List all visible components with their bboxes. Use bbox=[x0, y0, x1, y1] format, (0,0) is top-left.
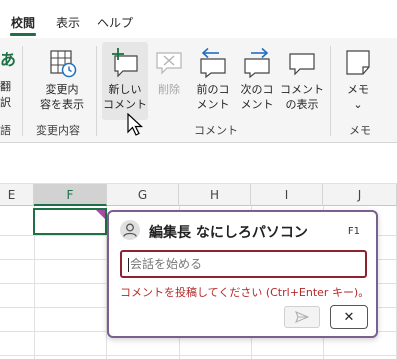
note-icon bbox=[346, 50, 370, 75]
previous-comment-icon bbox=[200, 47, 226, 79]
tab-view[interactable]: 表示 bbox=[56, 14, 80, 31]
tab-review[interactable]: 校閲 bbox=[11, 14, 35, 31]
group-label-notes: メモ bbox=[349, 124, 371, 137]
previous-comment-button[interactable]: 前のコ メント bbox=[192, 42, 234, 120]
comment-author: 編集長 なにしろパソコン bbox=[149, 225, 308, 241]
column-header-h[interactable]: H bbox=[179, 184, 251, 206]
new-comment-label: 新しい コメント bbox=[103, 83, 147, 111]
translate-label-1: 翻 bbox=[0, 80, 11, 93]
comment-input-placeholder: 会話を始める bbox=[130, 257, 203, 271]
comment-shortcut-hint: F1 bbox=[347, 226, 360, 237]
notes-label: メモ ⌄ bbox=[347, 83, 369, 111]
comment-error-message: コメントを投稿してください (Ctrl+Enter キー)。 bbox=[120, 286, 370, 299]
next-comment-label: 次のコ メント bbox=[240, 83, 274, 111]
post-comment-button[interactable] bbox=[284, 306, 320, 328]
delete-comment-icon bbox=[156, 52, 182, 75]
cancel-comment-button[interactable]: ✕ bbox=[330, 305, 368, 329]
column-header-i[interactable]: I bbox=[251, 184, 323, 206]
show-comments-button[interactable]: コメント の表示 bbox=[280, 42, 324, 120]
delete-comment-label: 削除 bbox=[158, 83, 180, 96]
new-comment-icon bbox=[112, 48, 138, 78]
row-gridline bbox=[0, 355, 397, 356]
send-icon bbox=[295, 311, 309, 323]
show-comments-icon bbox=[289, 53, 315, 76]
show-changes-icon bbox=[50, 50, 77, 78]
translate-button[interactable]: あ 翻 訳 bbox=[0, 46, 20, 116]
user-avatar-icon bbox=[120, 220, 140, 240]
group-separator bbox=[96, 46, 97, 136]
new-comment-button[interactable]: 新しい コメント bbox=[102, 42, 148, 120]
column-header-f[interactable]: F bbox=[34, 184, 107, 206]
group-separator bbox=[22, 46, 23, 136]
show-comments-label: コメント の表示 bbox=[280, 83, 324, 111]
notes-button[interactable]: メモ ⌄ bbox=[338, 42, 378, 120]
column-header-j[interactable]: J bbox=[323, 184, 397, 206]
close-icon: ✕ bbox=[343, 309, 355, 325]
chevron-down-icon: ⌄ bbox=[353, 98, 363, 111]
group-label-comments: コメント bbox=[194, 124, 238, 137]
show-changes-button[interactable]: 変更内 容を表示 bbox=[34, 42, 90, 120]
translate-label-2: 訳 bbox=[0, 96, 11, 109]
formula-area bbox=[0, 143, 397, 184]
next-comment-button[interactable]: 次のコ メント bbox=[236, 42, 278, 120]
tab-help[interactable]: ヘルプ bbox=[97, 14, 133, 31]
next-comment-icon bbox=[244, 47, 270, 79]
previous-comment-label: 前のコ メント bbox=[196, 83, 230, 111]
group-separator bbox=[330, 46, 331, 136]
active-tab-indicator bbox=[10, 33, 36, 36]
column-header-e[interactable]: E bbox=[0, 184, 34, 206]
comment-indicator bbox=[96, 210, 105, 219]
comment-input[interactable]: 会話を始める bbox=[120, 250, 367, 278]
text-caret bbox=[128, 257, 129, 272]
comment-card: 編集長 なにしろパソコン F1 会話を始める コメントを投稿してください (Ct… bbox=[107, 210, 378, 338]
delete-comment-button[interactable]: 削除 bbox=[150, 42, 188, 120]
group-label-changes: 変更内容 bbox=[36, 124, 80, 137]
group-label-language: 語 bbox=[0, 124, 11, 137]
column-header-g[interactable]: G bbox=[107, 184, 179, 206]
mouse-cursor-icon bbox=[127, 113, 144, 136]
translate-icon: あ bbox=[0, 50, 17, 69]
show-changes-label: 変更内 容を表示 bbox=[40, 83, 84, 111]
